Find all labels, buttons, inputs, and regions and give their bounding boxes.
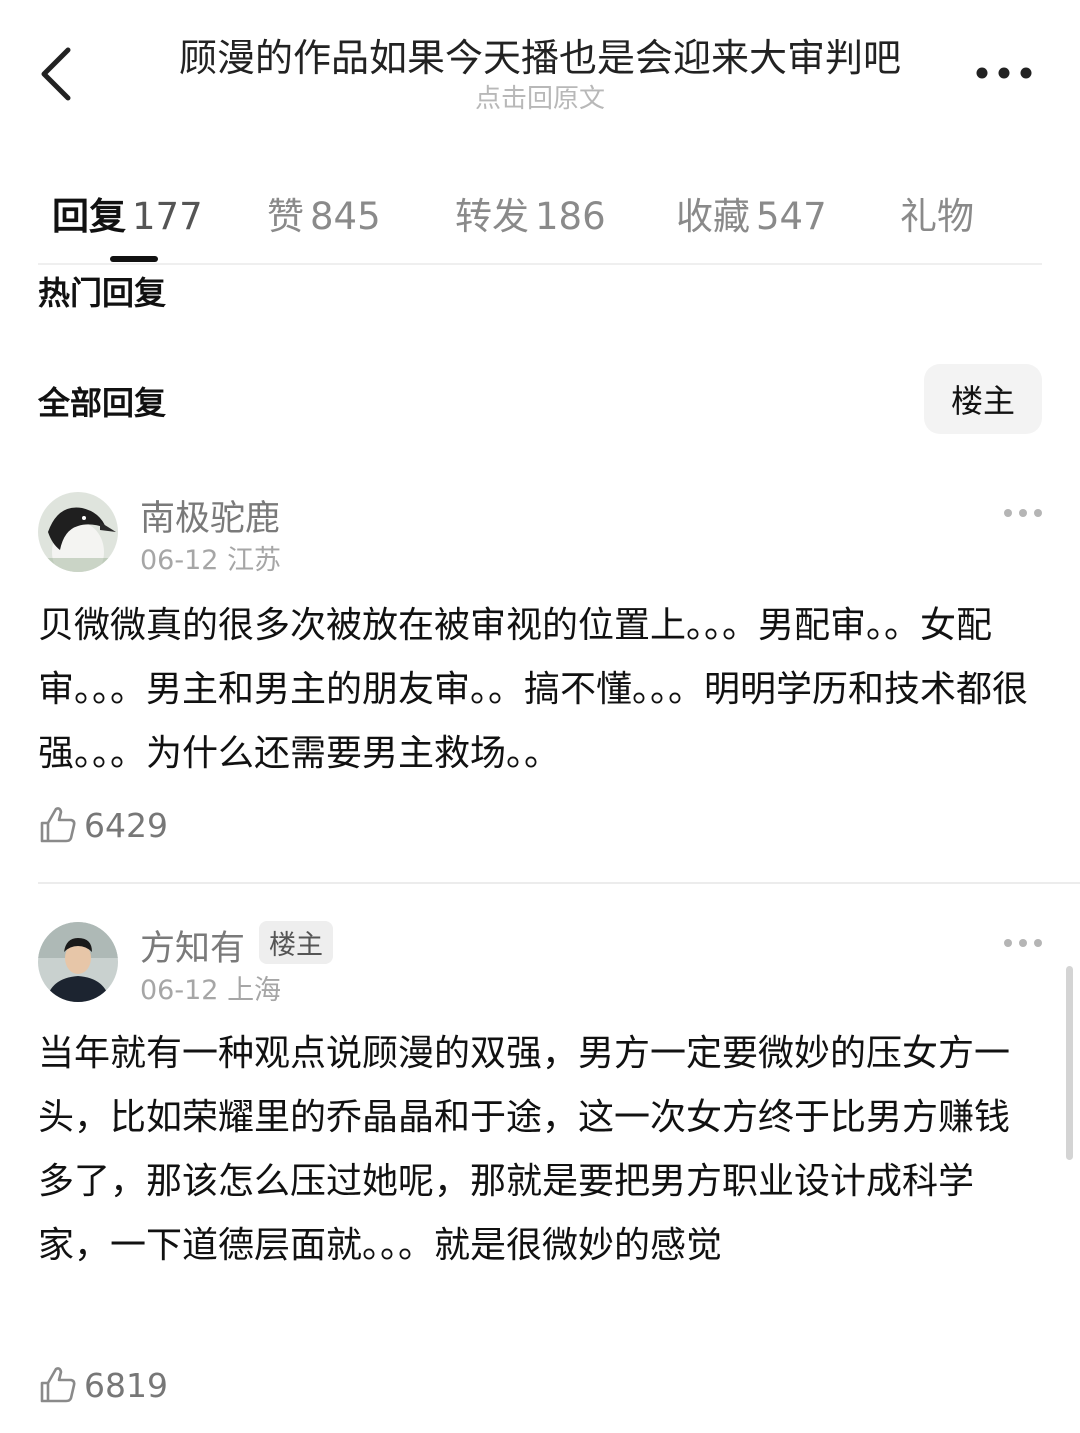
thumbs-up-icon [40,1367,76,1403]
tab-label: 收藏 [676,195,750,238]
username[interactable]: 方知有 [140,929,245,969]
title-block[interactable]: 顾漫的作品如果今天播也是会迎来大审判吧 点击回原文 [150,34,930,114]
comment-meta: 06-12 上海 [140,968,281,1007]
comment-more-button[interactable] [1003,505,1043,519]
tab-bar: 回复 177 赞 845 转发 186 收藏 547 礼物 [0,180,1080,262]
like-count: 6819 [84,1365,168,1405]
active-tab-indicator [110,256,158,262]
hot-replies-heading: 热门回复 [38,274,167,312]
penguin-avatar-image [38,492,118,572]
comment-text: 贝微微真的很多次被放在被审视的位置上。。。男配审。。女配审。。。男主和男主的朋友… [38,605,1029,774]
tab-replies[interactable]: 回复 177 [52,186,203,240]
avatar[interactable] [38,922,118,1002]
tab-count: 845 [310,195,381,238]
tab-count: 177 [132,195,203,238]
tab-favorites[interactable]: 收藏 547 [676,186,827,240]
person-avatar-image [38,922,118,1002]
scrollbar[interactable] [1066,966,1073,1160]
username-row: 方知有 楼主 [140,920,334,971]
op-badge: 楼主 [259,921,334,964]
comment-date: 06-12 [140,545,219,576]
tab-label: 回复 [52,195,126,238]
comment-location: 上海 [227,975,282,1006]
comment-date: 06-12 [140,975,219,1006]
like-button[interactable]: 6429 [38,802,168,848]
tab-count: 186 [535,195,606,238]
tab-divider [38,263,1042,265]
more-horizontal-icon [1004,509,1042,517]
comment-more-button[interactable] [1003,935,1043,949]
comment-divider [38,882,1080,884]
back-button[interactable] [34,42,82,106]
thumbs-up-icon [40,807,76,843]
tab-gifts[interactable]: 礼物 [900,186,974,240]
comment-text: 当年就有一种观点说顾漫的双强，男方一定要微妙的压女方一头，比如荣耀里的乔晶晶和于… [38,1033,1011,1266]
all-replies-heading: 全部回复 [38,384,167,422]
comment-location: 江苏 [227,545,282,576]
tab-label: 转发 [455,195,529,238]
like-count: 6429 [84,805,168,845]
op-only-filter-button[interactable]: 楼主 [924,364,1042,434]
tab-count: 547 [756,195,827,238]
chevron-left-icon [41,47,71,101]
username[interactable]: 南极驼鹿 [140,490,280,541]
more-horizontal-icon [1004,939,1042,947]
avatar[interactable] [38,492,118,572]
tab-likes[interactable]: 赞 845 [267,186,381,240]
like-button[interactable]: 6819 [38,1362,168,1408]
tab-label: 礼物 [900,195,974,238]
more-horizontal-icon [976,67,1032,79]
top-bar: 顾漫的作品如果今天播也是会迎来大审判吧 点击回原文 [0,0,1080,130]
post-title[interactable]: 顾漫的作品如果今天播也是会迎来大审判吧 [150,34,930,82]
tab-reposts[interactable]: 转发 186 [455,186,606,240]
comment-meta: 06-12 江苏 [140,538,281,577]
more-button[interactable] [974,60,1034,86]
tab-label: 赞 [267,195,304,238]
back-to-original-link[interactable]: 点击回原文 [150,84,930,114]
